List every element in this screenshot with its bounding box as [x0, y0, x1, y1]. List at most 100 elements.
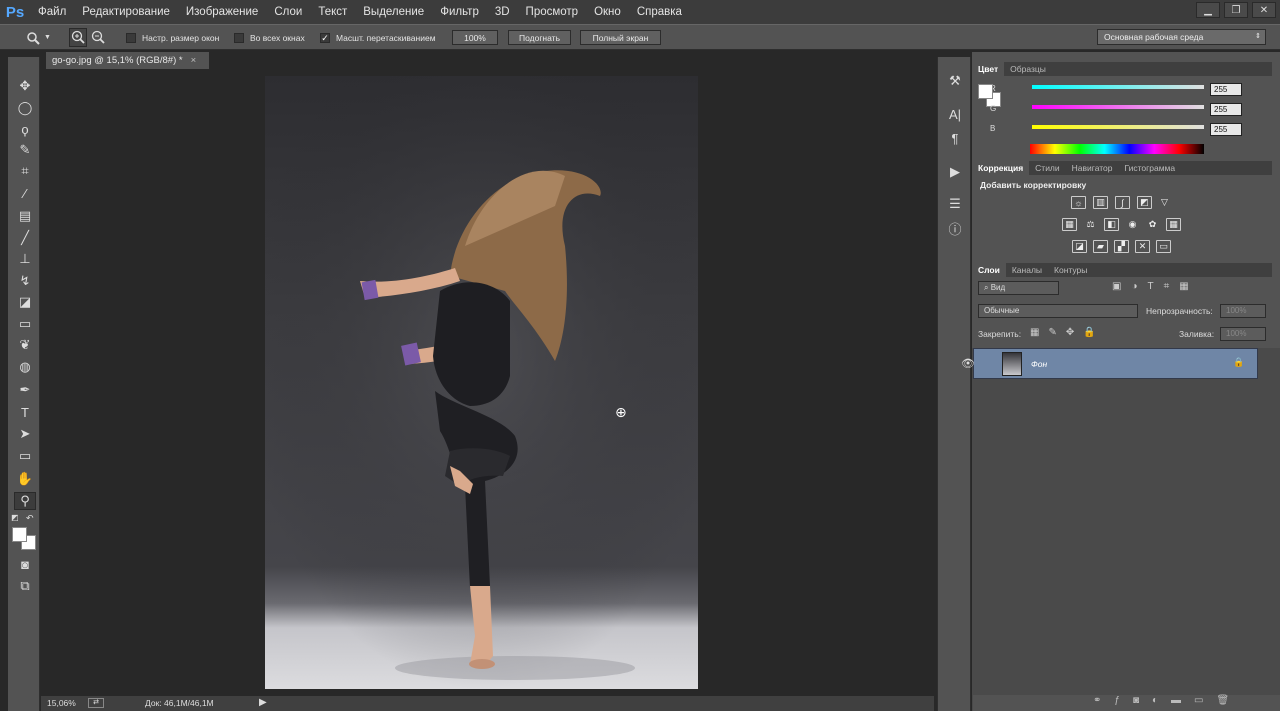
scrubby-zoom-option[interactable]: ✓ Масшт. перетаскиванием — [320, 30, 436, 45]
character-icon[interactable]: A| — [945, 105, 965, 123]
healing-tool[interactable]: ▤ — [14, 207, 36, 225]
gradient-map-icon[interactable]: ▭ — [1156, 240, 1171, 253]
layer-filter-dropdown[interactable]: ⌕ Вид — [978, 281, 1059, 295]
layers-footer-icons[interactable]: ⚭ƒ◙◐▬▭🗑 — [973, 695, 1280, 711]
r-slider[interactable] — [1032, 85, 1204, 89]
marquee-tool[interactable]: ◯ — [14, 99, 36, 117]
layer-filter-icons[interactable]: ▣◑T⌗▦ — [1112, 281, 1199, 292]
brightness-icon[interactable]: ☼ — [1071, 196, 1086, 209]
visibility-eye-icon[interactable]: 👁 — [961, 357, 975, 370]
tab-channels[interactable]: Каналы — [1006, 263, 1048, 277]
menu-window[interactable]: Окно — [586, 0, 629, 24]
photo-filter-icon[interactable]: ◉ — [1125, 218, 1140, 231]
b-value[interactable]: 255 — [1210, 123, 1242, 136]
resize-windows-checkbox[interactable] — [126, 32, 136, 43]
menu-view[interactable]: Просмотр — [518, 0, 587, 24]
workspace-switcher[interactable]: Основная рабочая среда ⇕ — [1097, 29, 1266, 45]
tab-color[interactable]: Цвет — [972, 62, 1005, 76]
close-window-button[interactable]: ✕ — [1252, 2, 1276, 18]
gradient-tool[interactable]: ▭ — [14, 315, 36, 333]
opacity-field[interactable]: 100% — [1220, 304, 1266, 318]
zoom-in-button[interactable] — [69, 28, 87, 47]
history-brush-tool[interactable]: ↯ — [14, 272, 36, 290]
fill-screen-button[interactable]: Полный экран — [580, 30, 661, 45]
fill-field[interactable]: 100% — [1220, 327, 1266, 341]
color-spectrum-ramp[interactable] — [1030, 144, 1204, 154]
shape-tool[interactable]: ▭ — [14, 447, 36, 465]
curves-icon[interactable]: ∫ — [1115, 196, 1130, 209]
crop-tool[interactable]: ⌗ — [14, 162, 36, 180]
layer-comps-icon[interactable]: ☰ — [945, 195, 965, 213]
brush-tool[interactable]: ╱ — [14, 229, 36, 247]
b-slider[interactable] — [1032, 125, 1204, 129]
exposure-icon[interactable]: ◩ — [1137, 196, 1152, 209]
tab-layers[interactable]: Слои — [972, 263, 1006, 277]
layer-name[interactable]: Фон — [1031, 359, 1047, 369]
zoom-level-field[interactable]: 15,06% — [47, 698, 76, 708]
menu-image[interactable]: Изображение — [178, 0, 266, 24]
threshold-icon[interactable]: ▞ — [1114, 240, 1129, 253]
pen-tool[interactable]: ✒ — [14, 381, 36, 399]
image-canvas[interactable]: ⊕ — [265, 76, 698, 689]
menu-help[interactable]: Справка — [629, 0, 690, 24]
lasso-tool[interactable]: ϙ — [14, 120, 36, 138]
eyedropper-tool[interactable]: ⁄ — [14, 184, 36, 202]
levels-icon[interactable]: ▥ — [1093, 196, 1108, 209]
swap-colors-icon[interactable]: ↶ — [26, 513, 36, 523]
scrubby-zoom-checkbox[interactable]: ✓ — [320, 32, 330, 43]
g-value[interactable]: 255 — [1210, 103, 1242, 116]
menu-layer[interactable]: Слои — [266, 0, 310, 24]
tab-navigator[interactable]: Навигатор — [1066, 161, 1119, 175]
lock-icons[interactable]: ▦✎✥🔒 — [1030, 327, 1105, 338]
invert-icon[interactable]: ◪ — [1072, 240, 1087, 253]
stamp-tool[interactable]: ⊥ — [14, 250, 36, 268]
all-windows-option[interactable]: Во всех окнах — [234, 30, 305, 45]
zoom-tool[interactable]: ⚲ — [14, 492, 36, 510]
default-colors-icon[interactable]: ◩ — [11, 513, 21, 523]
tab-paths[interactable]: Контуры — [1048, 263, 1093, 277]
tab-histogram[interactable]: Гистограмма — [1119, 161, 1182, 175]
menu-3d[interactable]: 3D — [487, 0, 518, 24]
layer-row[interactable]: 👁 Фон 🔒 — [961, 348, 1258, 379]
menu-filter[interactable]: Фильтр — [432, 0, 487, 24]
actions-play-icon[interactable]: ▶ — [945, 163, 965, 181]
foreground-color-swatch[interactable] — [12, 527, 27, 542]
zoom-out-button[interactable] — [90, 29, 106, 45]
tab-swatches[interactable]: Образцы — [1004, 62, 1052, 76]
posterize-icon[interactable]: ▰ — [1093, 240, 1108, 253]
menu-type[interactable]: Текст — [310, 0, 355, 24]
lookup-icon[interactable]: ▦ — [1166, 218, 1181, 231]
tool-presets-icon[interactable]: ⚒ — [945, 72, 965, 90]
type-tool[interactable]: T — [14, 403, 36, 421]
export-icon[interactable]: ⇄ — [88, 698, 104, 708]
balance-icon[interactable]: ⚖ — [1083, 218, 1098, 231]
r-value[interactable]: 255 — [1210, 83, 1242, 96]
close-tab-icon[interactable]: × — [191, 55, 197, 66]
hand-tool[interactable]: ✋ — [14, 470, 36, 488]
screen-mode-button[interactable]: ⧉ — [14, 577, 36, 595]
blur-tool[interactable]: ❦ — [14, 336, 36, 354]
selective-color-icon[interactable]: ✕ — [1135, 240, 1150, 253]
tab-styles[interactable]: Стили — [1029, 161, 1066, 175]
blend-mode-dropdown[interactable]: Обычные — [978, 304, 1138, 318]
status-menu-arrow-icon[interactable]: ▶ — [259, 697, 267, 708]
fg-color-chip[interactable] — [978, 84, 993, 99]
menu-select[interactable]: Выделение — [355, 0, 432, 24]
dodge-tool[interactable]: ◍ — [14, 358, 36, 376]
quick-mask-button[interactable]: ◙ — [14, 555, 36, 573]
g-slider[interactable] — [1032, 105, 1204, 109]
eraser-tool[interactable]: ◪ — [14, 293, 36, 311]
menu-file[interactable]: Файл — [30, 0, 74, 24]
info-icon[interactable]: ⓘ — [945, 219, 965, 237]
tab-adjustments[interactable]: Коррекция — [972, 161, 1030, 175]
quick-select-tool[interactable]: ✎ — [14, 141, 36, 159]
all-windows-checkbox[interactable] — [234, 32, 244, 43]
resize-windows-option[interactable]: Настр. размер окон — [126, 30, 219, 45]
move-tool[interactable]: ✥ — [14, 77, 36, 95]
restore-button[interactable]: ❐ — [1224, 2, 1248, 18]
menu-edit[interactable]: Редактирование — [74, 0, 178, 24]
mixer-icon[interactable]: ✿ — [1145, 218, 1160, 231]
tool-preset-picker[interactable]: ▼ — [26, 30, 60, 45]
document-tab[interactable]: go-go.jpg @ 15,1% (RGB/8#) * × — [46, 52, 209, 69]
path-select-tool[interactable]: ➤ — [14, 425, 36, 443]
